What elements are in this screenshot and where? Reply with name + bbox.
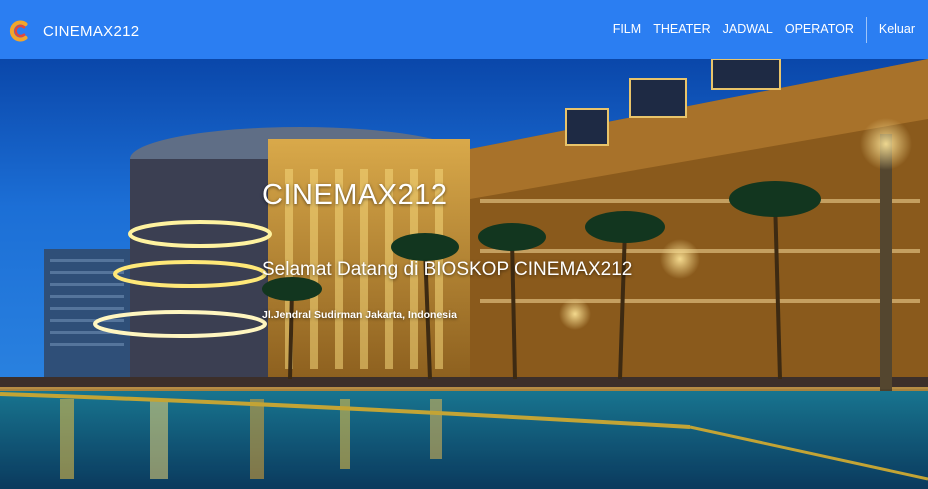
hero-title: CINEMAX212: [262, 179, 448, 211]
hero-banner: CINEMAX212 Selamat Datang di BIOSKOP CIN…: [0, 59, 928, 489]
hero-address: Jl.Jendral Sudirman Jakarta, Indonesia: [262, 309, 457, 321]
nav-divider: [865, 16, 867, 43]
navbar: CINEMAX212 FILM THEATER JADWAL OPERATOR …: [0, 0, 928, 59]
brand-link[interactable]: CINEMAX212: [9, 18, 139, 44]
nav-menu: FILM THEATER JADWAL OPERATOR Keluar: [607, 0, 928, 59]
nav-item-theater[interactable]: THEATER: [647, 0, 716, 59]
logout-link[interactable]: Keluar: [873, 0, 928, 59]
brand-logo-icon: [9, 20, 28, 42]
brand-name: CINEMAX212: [43, 22, 140, 40]
hero-subtitle: Selamat Datang di BIOSKOP CINEMAX212: [262, 259, 633, 280]
nav-item-film[interactable]: FILM: [607, 0, 647, 59]
nav-item-jadwal[interactable]: JADWAL: [717, 0, 779, 59]
nav-item-operator[interactable]: OPERATOR: [779, 0, 860, 59]
